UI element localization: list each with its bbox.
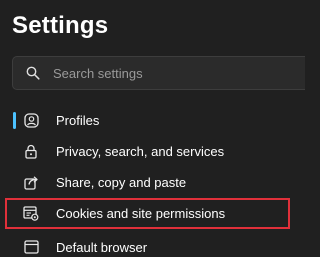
sidebar-item-label: Share, copy and paste xyxy=(56,175,187,190)
page-title: Settings xyxy=(12,12,109,39)
active-indicator xyxy=(13,112,16,129)
sidebar-item-label: Default browser xyxy=(56,240,148,255)
search-input[interactable] xyxy=(53,65,293,81)
sidebar-item-privacy[interactable]: Privacy, search, and services xyxy=(0,136,305,167)
cookies-permissions-icon xyxy=(23,206,39,222)
lock-icon xyxy=(23,144,39,160)
sidebar-item-cookies[interactable]: Cookies and site permissions xyxy=(5,198,290,229)
sidebar-item-label: Privacy, search, and services xyxy=(56,144,225,159)
share-icon xyxy=(23,175,39,191)
sidebar-item-label: Cookies and site permissions xyxy=(56,206,226,221)
search-icon xyxy=(25,65,41,81)
sidebar-item-default-browser[interactable]: Default browser xyxy=(0,229,305,255)
sidebar-item-share[interactable]: Share, copy and paste xyxy=(0,167,305,198)
sidebar-item-profiles[interactable]: Profiles xyxy=(0,105,305,136)
search-box[interactable] xyxy=(12,56,305,90)
profile-icon xyxy=(23,113,39,129)
sidebar-nav: Profiles Privacy, search, and services S… xyxy=(0,105,305,255)
